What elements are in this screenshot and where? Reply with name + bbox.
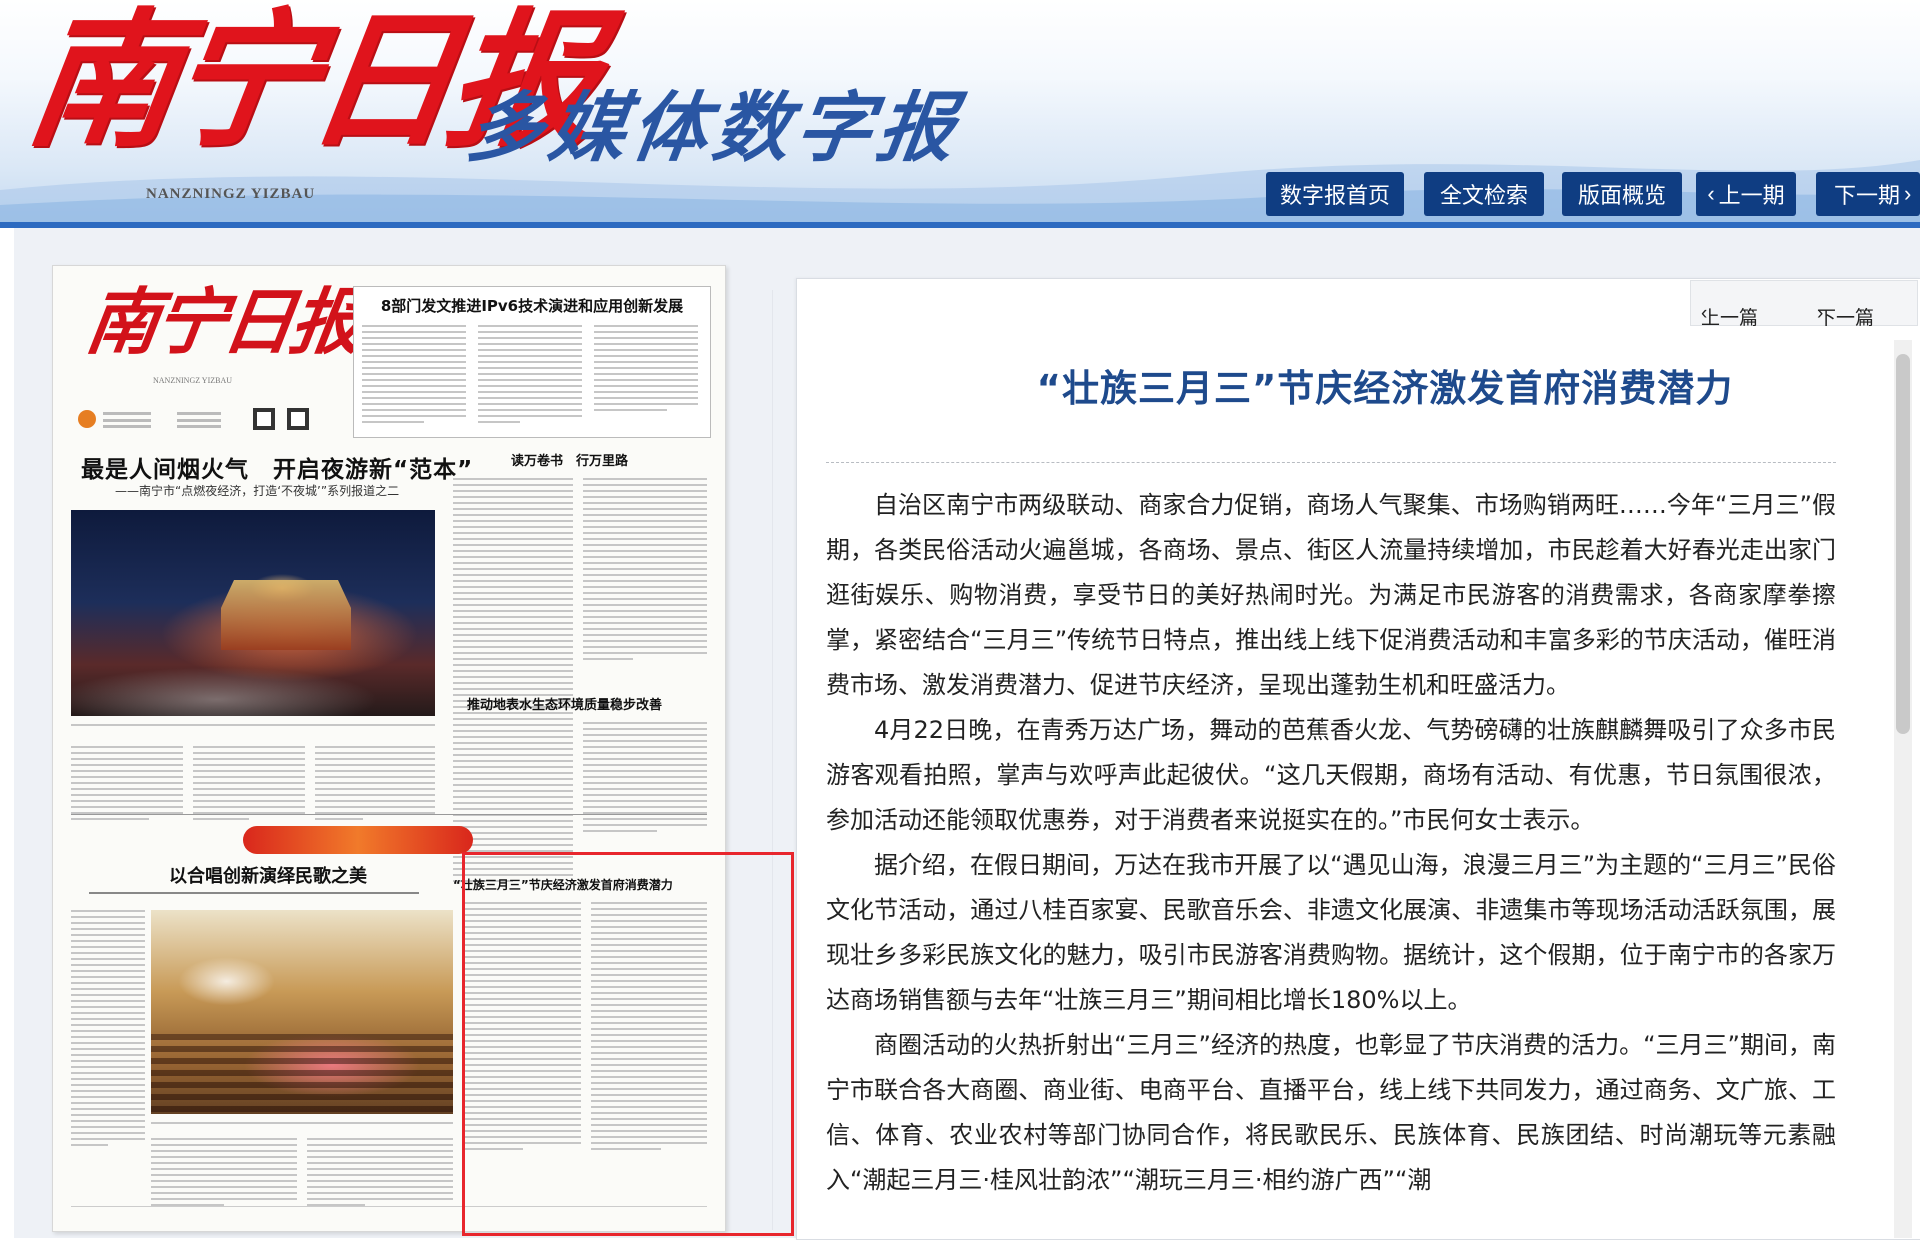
nav-prev-issue-label: 上一期 [1718, 183, 1785, 208]
scrollbar-thumb[interactable] [1896, 354, 1910, 734]
article-scrollbar[interactable] [1894, 340, 1912, 1238]
article-title: “壮族三月三”节庆经济激发首府消费潜力 [1036, 367, 1734, 410]
nav-next-issue-label: 下一期 [1834, 183, 1901, 208]
chevron-right-icon: › [1904, 181, 1912, 206]
paper-news-box[interactable]: 8部门发文推进IPv6技术演进和应用创新发展 [353, 286, 711, 438]
prev-article-label: 上一篇 [1701, 308, 1759, 329]
paper-headline-2-subtitle [89, 892, 419, 898]
article-paragraph: 自治区南宁市两级联动、商家合力促销，商场人气聚集、市场购销两旺……今年“三月三”… [826, 491, 1836, 699]
chevron-right-icon: › [1817, 303, 1824, 324]
paper-issue-info [78, 408, 309, 430]
nav-page-overview-button[interactable]: 版面概览 [1562, 172, 1682, 216]
paper-text-column [453, 478, 573, 886]
paper-masthead-english: NANZNINGZ YIZBAU [153, 376, 233, 385]
paper-text-column [315, 746, 435, 824]
active-article-highlight[interactable] [462, 852, 794, 1236]
article-paragraph: 据介绍，在假日期间，万达在我市开展了以“遇见山海，浪漫三月三”为主题的“三月三”… [826, 851, 1836, 1014]
header: 南宁日报 NANZNINGZ YIZBAU 多媒体数字报 数字报首页 全文检索 … [0, 0, 1920, 222]
paper-photo-night-show[interactable] [71, 510, 435, 716]
chevron-left-icon: ‹ [1707, 181, 1715, 206]
next-article-label: 下一篇 [1817, 308, 1875, 329]
paper-column-title-1[interactable]: 读万卷书 行万里路 [511, 450, 628, 469]
paper-photo-concert[interactable] [151, 910, 453, 1114]
paper-text-column [594, 325, 698, 415]
paper-text-column [193, 746, 305, 824]
paper-text-column [583, 722, 707, 836]
site-logo-english: NANZNINGZ YIZBAU [146, 186, 316, 202]
article-pager: ‹ 上一篇 下一篇 › [1690, 280, 1918, 329]
nav-fulltext-search-button[interactable]: 全文检索 [1424, 172, 1544, 216]
paper-text-column [362, 325, 466, 427]
article-paragraph: 商圈活动的火热折射出“三月三”经济的热度，也彰显了节庆消费的活力。“三月三”期间… [826, 1031, 1836, 1194]
site-subtitle: 多媒体数字报 [461, 83, 967, 172]
paper-photo-caption [71, 724, 435, 730]
paper-headline-1[interactable]: 最是人间烟火气 开启夜游新“范本” [81, 450, 511, 484]
article-body: 自治区南宁市两级联动、商家合力促销，商场人气聚集、市场购销两旺……今年“三月三”… [826, 483, 1836, 1203]
paper-section-divider [71, 814, 707, 815]
paper-text-column [71, 746, 183, 824]
paper-headline-1-subtitle: ——南宁市“点燃夜经济，打造‘不夜城’”系列报道之二 [115, 484, 400, 498]
paper-text-column [71, 910, 145, 1150]
paper-masthead: 南宁日报 [81, 279, 366, 364]
paper-column-title-2[interactable]: 推动地表水生态环境质量稳步改善 [467, 694, 662, 713]
article-paragraph: 4月22日晚，在青秀万达广场，舞动的芭蕉香火龙、气势磅礴的壮族麒麟舞吸引了众多市… [826, 716, 1836, 834]
paper-festival-banner [243, 826, 473, 854]
nav-prev-issue-button[interactable]: ‹ 上一期 [1696, 172, 1796, 216]
paper-photo-caption [151, 1122, 453, 1128]
nav-next-issue-button[interactable]: 下一期 › [1816, 172, 1920, 216]
nav-home-button[interactable]: 数字报首页 [1266, 172, 1404, 216]
title-divider [826, 462, 1836, 463]
paper-text-column [307, 1138, 453, 1210]
paper-headline-2[interactable]: 以合唱创新演绎民歌之美 [169, 862, 419, 888]
paper-text-column [478, 325, 582, 427]
paper-text-column [583, 478, 707, 664]
paper-text-column [151, 1138, 297, 1210]
paper-box-title: 8部门发文推进IPv6技术演进和应用创新发展 [380, 297, 684, 315]
